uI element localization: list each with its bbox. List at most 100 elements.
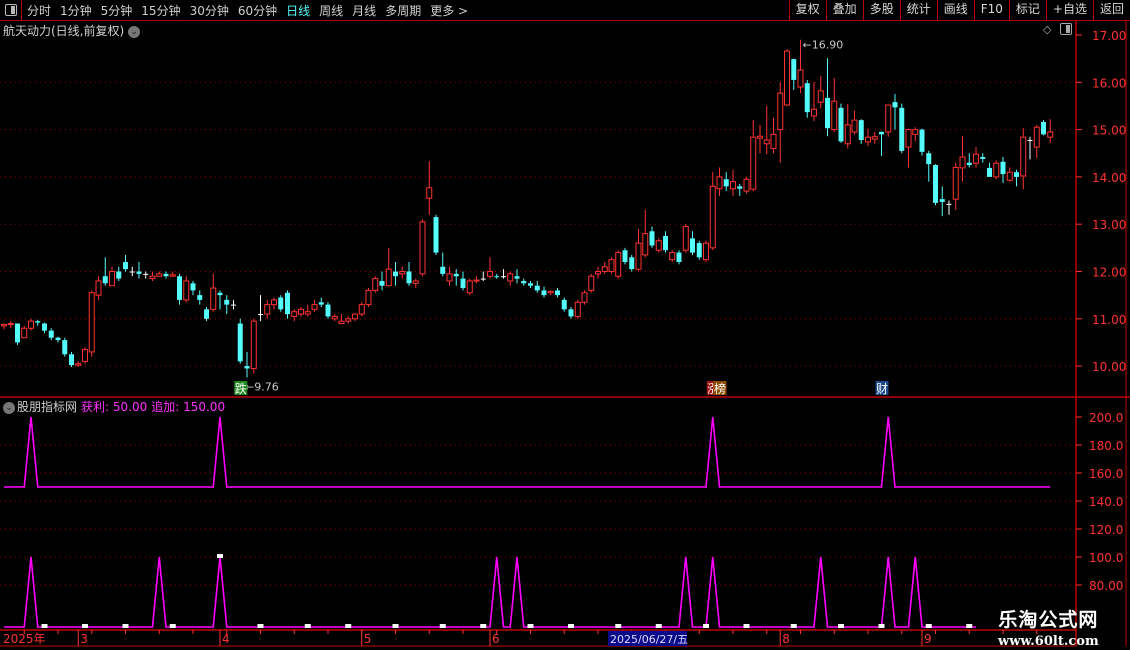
- candle-body: [865, 136, 871, 143]
- candle: [331, 314, 338, 322]
- indicator-marker: [217, 554, 223, 558]
- candle: [156, 271, 163, 277]
- candle-body: [42, 323, 47, 331]
- candle: [102, 257, 108, 286]
- candle: [136, 262, 142, 279]
- candle-body: [581, 292, 588, 303]
- candle: [190, 280, 196, 296]
- candle-body: [88, 292, 95, 353]
- candle: [980, 153, 986, 163]
- indicator-tick-label: 100.0: [1089, 551, 1123, 565]
- candle: [21, 325, 28, 339]
- candle: [655, 238, 662, 253]
- candle: [696, 240, 702, 260]
- candle-body: [595, 271, 601, 275]
- candle: [811, 82, 817, 122]
- candle: [129, 266, 135, 277]
- candle-body: [494, 276, 500, 278]
- candle: [48, 328, 54, 341]
- candle-body: [1000, 161, 1006, 175]
- candle: [959, 136, 966, 182]
- candle-body: [75, 363, 82, 366]
- date-label: 9: [924, 632, 932, 646]
- candle: [244, 351, 250, 378]
- kline-chart[interactable]: 17.00 16.00 15.00 14.00 13.00 12.00 11.00 10.00…: [0, 0, 1130, 650]
- candle: [574, 299, 581, 319]
- candle: [446, 266, 453, 286]
- candle-body: [635, 242, 642, 270]
- candle-body: [250, 320, 257, 369]
- candle: [1, 323, 7, 330]
- candle-body: [190, 283, 196, 291]
- candle: [143, 271, 149, 279]
- candle: [480, 271, 486, 281]
- candle-body: [899, 107, 905, 151]
- candle-body: [1006, 171, 1013, 181]
- candle-body: [399, 271, 406, 275]
- candle-body: [318, 302, 324, 305]
- candle: [770, 117, 777, 154]
- chevron-down-icon[interactable]: ⌄: [3, 401, 15, 414]
- candle: [204, 306, 209, 322]
- candle-body: [919, 129, 925, 152]
- candle: [622, 247, 628, 265]
- candle: [919, 128, 925, 156]
- indicator-marker: [439, 624, 446, 628]
- candle: [865, 128, 871, 147]
- candle: [629, 254, 635, 272]
- candle: [345, 316, 352, 324]
- price-tick-label: 17.00: [1092, 29, 1126, 43]
- indicator-name: 股朋指标网: [17, 400, 78, 414]
- candle-body: [163, 273, 169, 277]
- candle: [501, 269, 506, 279]
- candle: [224, 295, 230, 315]
- candle-body: [933, 165, 938, 203]
- candle: [939, 186, 945, 217]
- candle-body: [851, 119, 858, 133]
- candle-body: [35, 321, 41, 323]
- candle-body: [480, 278, 486, 280]
- candle: [547, 290, 554, 296]
- candle-body: [406, 271, 412, 284]
- candle: [379, 271, 385, 291]
- candle-body: [534, 285, 540, 291]
- candle: [528, 280, 533, 289]
- indicator-tick-label: 140.0: [1089, 495, 1123, 509]
- candle: [440, 252, 446, 277]
- indicator-marker: [41, 624, 48, 628]
- indicator-tick-label: 200.0: [1089, 411, 1123, 425]
- candle: [635, 228, 642, 272]
- candle-body: [48, 330, 54, 338]
- candle-body: [446, 273, 453, 282]
- indicator-marker: [527, 624, 534, 628]
- cursor-date-label: 2025/06/27/五: [610, 633, 688, 646]
- candle-body: [629, 257, 635, 270]
- candle-body: [669, 252, 676, 261]
- candle: [987, 162, 992, 177]
- candle-body: [466, 280, 473, 294]
- candle-body: [1047, 131, 1054, 138]
- price-tick-label: 16.00: [1092, 76, 1126, 90]
- candle-body: [149, 275, 156, 280]
- price-tick-label: 15.00: [1092, 124, 1126, 138]
- candle: [250, 318, 257, 374]
- candle: [912, 127, 919, 142]
- candle: [933, 164, 938, 206]
- candle: [311, 299, 318, 312]
- candle: [534, 280, 540, 293]
- candle-body: [528, 283, 533, 286]
- candle-body: [244, 366, 250, 369]
- candle: [109, 266, 115, 287]
- candle: [399, 266, 406, 279]
- candle-body: [690, 238, 695, 253]
- candle-body: [784, 50, 790, 106]
- candle: [615, 250, 622, 279]
- indicator-marker: [966, 624, 973, 628]
- candle-body: [676, 252, 682, 263]
- candle: [507, 271, 514, 286]
- candle-body: [271, 299, 277, 306]
- candle: [831, 78, 838, 132]
- signal-label: 跌: [235, 381, 247, 396]
- date-label: 3: [80, 632, 88, 646]
- candle: [858, 119, 864, 144]
